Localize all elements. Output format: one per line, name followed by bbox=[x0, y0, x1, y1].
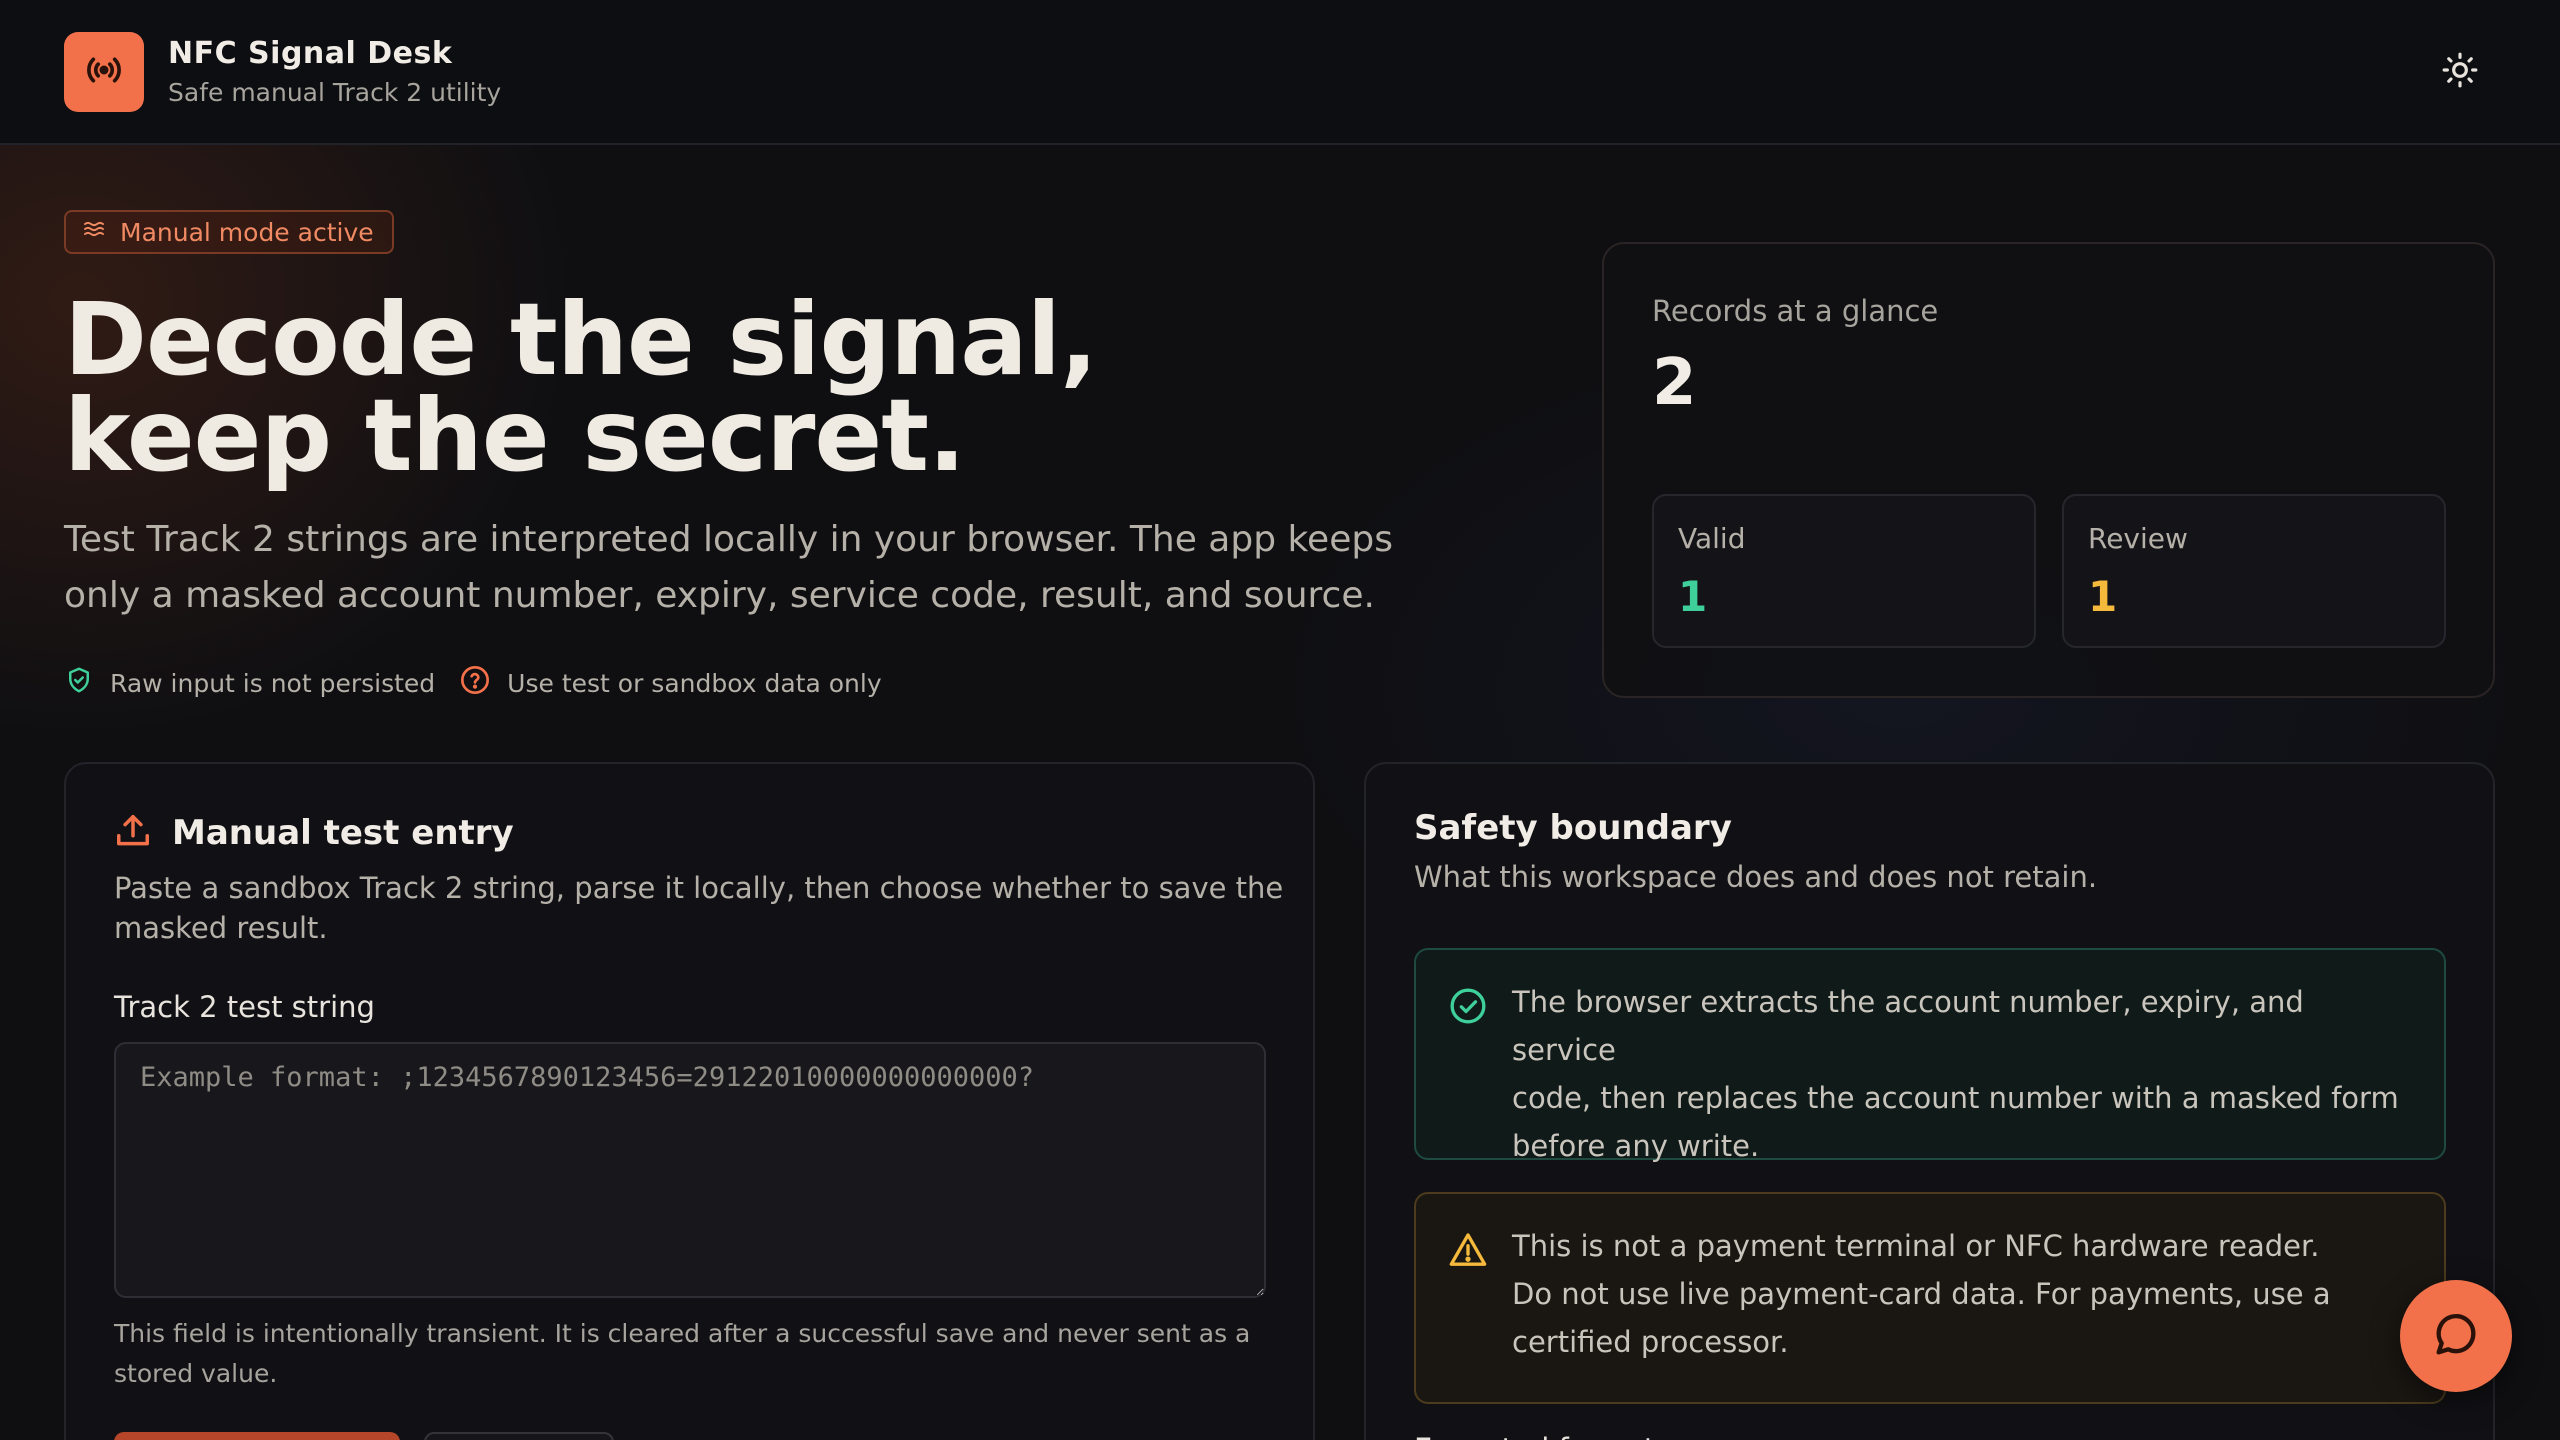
help-circle-icon bbox=[459, 664, 491, 702]
parse-button[interactable] bbox=[114, 1432, 400, 1440]
warning-triangle-icon bbox=[1448, 1230, 1488, 1284]
manual-entry-title: Manual test entry bbox=[172, 813, 514, 853]
sun-icon bbox=[2441, 51, 2479, 93]
manual-entry-description-line-1: Paste a sandbox Track 2 string, parse it… bbox=[114, 871, 1284, 905]
stat-review-count: 1 bbox=[2088, 572, 2118, 621]
check-circle-icon bbox=[1448, 986, 1488, 1040]
shield-check-icon bbox=[64, 665, 94, 701]
mode-badge-label: Manual mode active bbox=[120, 217, 374, 247]
upload-icon bbox=[114, 812, 152, 854]
stat-valid-count: 1 bbox=[1678, 572, 1708, 621]
safety-note-warning: This is not a payment terminal or NFC ha… bbox=[1414, 1192, 2446, 1404]
safety-note-masking-line: before any write. bbox=[1512, 1129, 1760, 1163]
track2-field-help: This field is intentionally transient. I… bbox=[114, 1314, 1264, 1394]
safety-note-warning-line: Do not use live payment-card data. For p… bbox=[1512, 1277, 2331, 1311]
chip-raw-input: Raw input is not persisted bbox=[64, 665, 435, 701]
broadcast-icon bbox=[84, 50, 124, 94]
mode-badge: Manual mode active bbox=[64, 210, 394, 254]
theme-toggle-button[interactable] bbox=[2436, 48, 2484, 96]
safety-note-masking: The browser extracts the account number,… bbox=[1414, 948, 2446, 1163]
headline-line-1: Decode the signal, bbox=[64, 281, 1098, 398]
chip-raw-input-label: Raw input is not persisted bbox=[110, 668, 436, 698]
app-title: NFC Signal Desk bbox=[168, 36, 453, 71]
app-subtitle: Safe manual Track 2 utility bbox=[168, 78, 502, 107]
app-logo[interactable] bbox=[64, 32, 144, 112]
manual-entry-description-line-2: masked result. bbox=[114, 911, 328, 945]
records-label: Records at a glance bbox=[1652, 294, 1939, 328]
hero-description-line-1: Test Track 2 strings are interpreted loc… bbox=[64, 519, 1393, 560]
track2-input[interactable] bbox=[114, 1042, 1266, 1298]
page: NFC Signal Desk Safe manual Track 2 util… bbox=[0, 0, 2560, 1440]
chip-sandbox-data: Use test or sandbox data only bbox=[459, 664, 882, 702]
track2-field-help-line-1: This field is intentionally transient. I… bbox=[114, 1319, 1251, 1348]
safety-note-masking-line: code, then replaces the account number w… bbox=[1512, 1081, 2399, 1115]
records-summary-card: Records at a glance 2 Valid 1 Review 1 bbox=[1602, 242, 2495, 698]
chip-sandbox-data-label: Use test or sandbox data only bbox=[507, 668, 882, 698]
records-total: 2 bbox=[1652, 346, 1697, 420]
chat-button[interactable] bbox=[2400, 1280, 2512, 1392]
hero-description: Test Track 2 strings are interpreted loc… bbox=[64, 512, 1464, 624]
stat-review: Review 1 bbox=[2062, 494, 2446, 648]
safety-subtitle: What this workspace does and does not re… bbox=[1414, 860, 2098, 894]
headline-line-2: keep the secret. bbox=[64, 377, 966, 494]
clear-button[interactable] bbox=[424, 1432, 614, 1440]
stat-valid: Valid 1 bbox=[1652, 494, 2036, 648]
stat-review-label: Review bbox=[2088, 522, 2188, 555]
hero-description-line-2: only a masked account number, expiry, se… bbox=[64, 575, 1375, 616]
page-headline: Decode the signal, keep the secret. bbox=[64, 281, 1098, 494]
safety-title: Safety boundary bbox=[1414, 808, 1732, 848]
safety-note-masking-line: The browser extracts the account number,… bbox=[1512, 985, 2304, 1067]
waves-icon bbox=[82, 217, 106, 247]
track2-field-help-line-2: stored value. bbox=[114, 1359, 278, 1388]
safety-note-warning-line: certified processor. bbox=[1512, 1325, 1789, 1359]
manual-entry-panel: Manual test entry Paste a sandbox Track … bbox=[64, 762, 1315, 1440]
top-bar: NFC Signal Desk Safe manual Track 2 util… bbox=[0, 0, 2560, 145]
manual-entry-description: Paste a sandbox Track 2 string, parse it… bbox=[114, 868, 1284, 948]
safety-boundary-panel: Safety boundary What this workspace does… bbox=[1364, 762, 2495, 1440]
track2-field-label: Track 2 test string bbox=[114, 990, 375, 1024]
safety-note-warning-line: This is not a payment terminal or NFC ha… bbox=[1512, 1229, 2320, 1263]
stat-valid-label: Valid bbox=[1678, 522, 1746, 555]
expected-format-label: Expected format bbox=[1414, 1432, 1655, 1440]
manual-entry-header: Manual test entry bbox=[114, 812, 514, 854]
chat-bubble-icon bbox=[2430, 1309, 2482, 1364]
privacy-chips: Raw input is not persisted Use test or s… bbox=[64, 664, 906, 702]
